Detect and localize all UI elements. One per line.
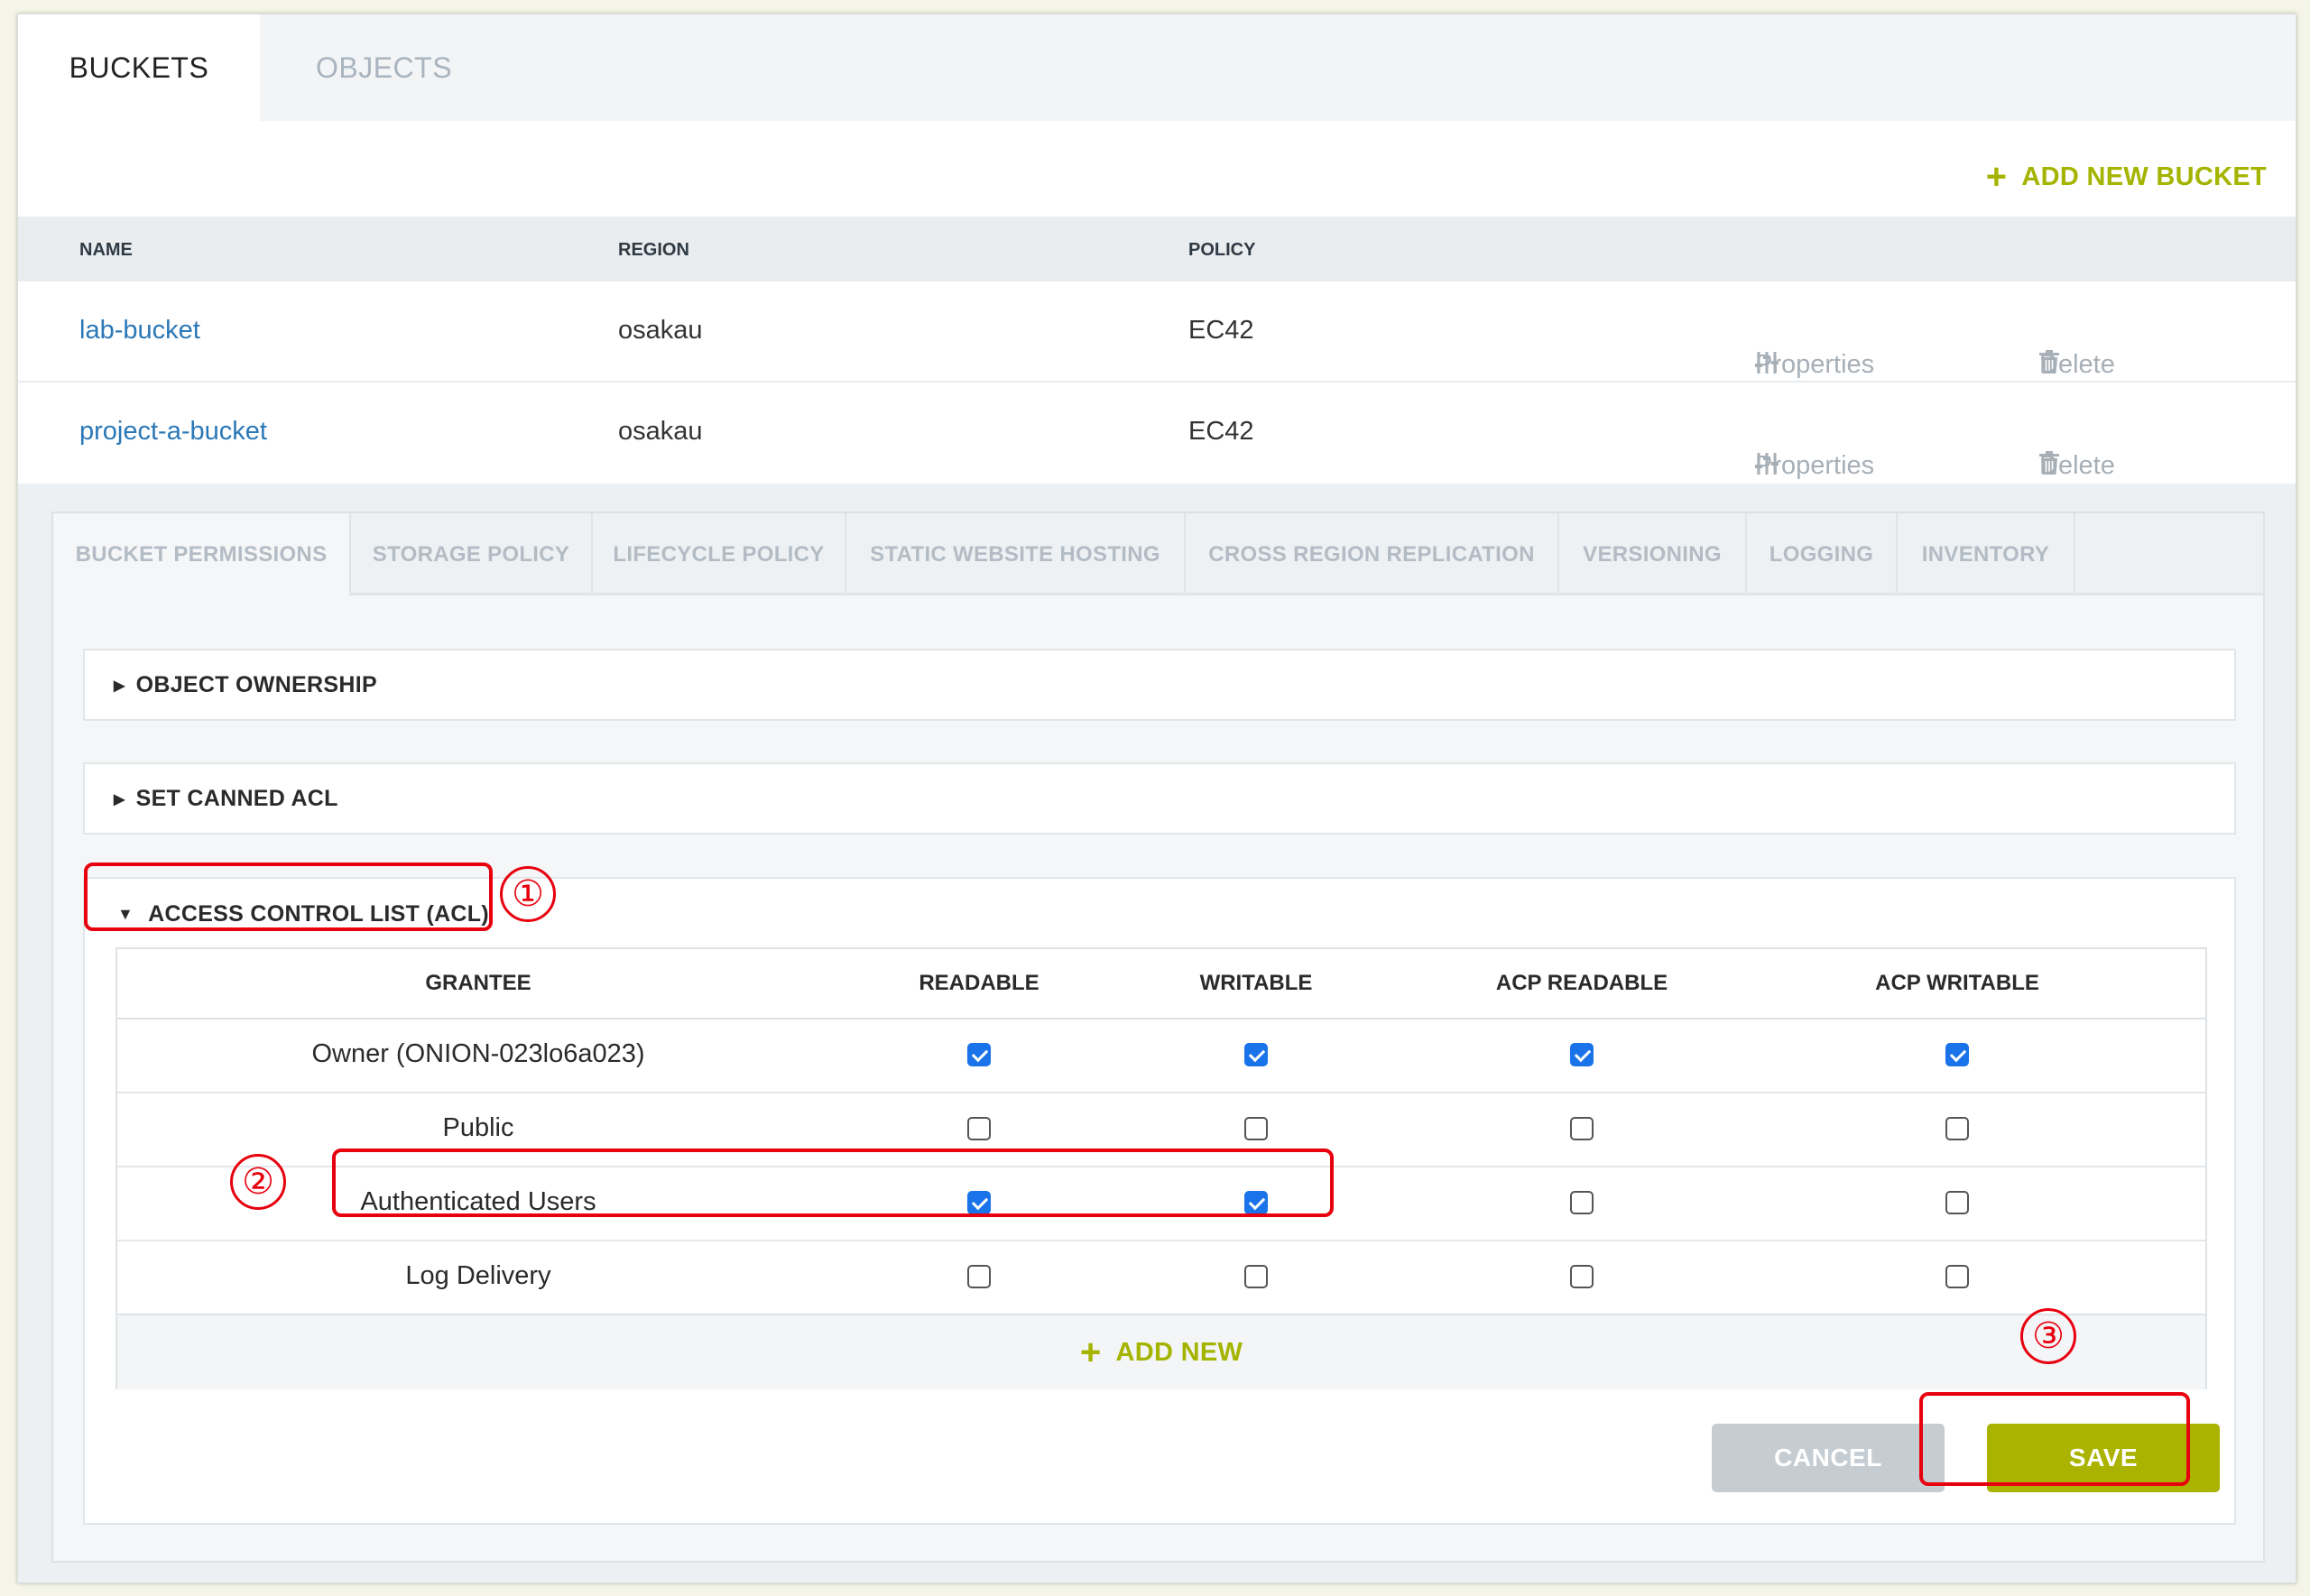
acp-writable-checkbox[interactable] bbox=[1945, 1117, 1969, 1140]
table-row: lab-bucket osakau EC42 Properties Delete bbox=[18, 281, 2296, 383]
tab-lifecycle-policy[interactable]: LIFECYCLE POLICY bbox=[593, 513, 846, 595]
bucket-name-link[interactable]: lab-bucket bbox=[79, 316, 200, 346]
toolbar-band bbox=[18, 121, 2296, 217]
acl-table-header: GRANTEE READABLE WRITABLE ACP READABLE A… bbox=[117, 949, 2205, 1019]
caret-right-icon: ▶ bbox=[114, 678, 125, 694]
object-ownership-header: ▶ OBJECT OWNERSHIP bbox=[114, 672, 377, 698]
header-region: REGION bbox=[618, 240, 689, 260]
annotation-step-3: ③ bbox=[2020, 1308, 2076, 1364]
grantee-name: Owner (ONION-023lo6a023) bbox=[311, 1039, 645, 1068]
writable-checkbox[interactable] bbox=[1244, 1265, 1268, 1288]
caret-right-icon: ▶ bbox=[114, 791, 125, 807]
annotation-box-acl bbox=[84, 863, 493, 931]
properties-label: Properties bbox=[1755, 350, 1875, 379]
bucket-region: osakau bbox=[618, 417, 703, 446]
bucket-policy: EC42 bbox=[1188, 316, 1254, 345]
canned-acl-label: SET CANNED ACL bbox=[135, 786, 338, 811]
tab-logging[interactable]: LOGGING bbox=[1747, 513, 1898, 595]
acp-readable-checkbox[interactable] bbox=[1570, 1117, 1594, 1140]
tab-objects[interactable]: OBJECTS bbox=[260, 14, 508, 121]
add-new-grantee-button[interactable]: + ADD NEW bbox=[117, 1314, 2205, 1389]
header-name: NAME bbox=[79, 240, 133, 260]
acp-readable-checkbox[interactable] bbox=[1570, 1191, 1594, 1214]
bucket-manager-window: BUCKETS OBJECTS + ADD NEW BUCKET NAME RE… bbox=[17, 14, 2296, 1583]
acp-readable-checkbox[interactable] bbox=[1570, 1043, 1594, 1066]
header-writable: WRITABLE bbox=[1199, 971, 1313, 995]
bucket-policy: EC42 bbox=[1188, 417, 1254, 446]
header-acp-readable: ACP READABLE bbox=[1495, 971, 1668, 995]
annotation-step-1: ① bbox=[500, 866, 556, 922]
header-acp-writable: ACP WRITABLE bbox=[1875, 971, 2039, 995]
grantee-name: Public bbox=[442, 1113, 514, 1142]
acp-writable-checkbox[interactable] bbox=[1945, 1191, 1969, 1214]
delete-label: Delete bbox=[2039, 451, 2115, 480]
object-ownership-label: OBJECT OWNERSHIP bbox=[135, 672, 377, 697]
header-policy: POLICY bbox=[1188, 240, 1256, 260]
annotation-box-save bbox=[1919, 1392, 2190, 1486]
add-new-bucket-button[interactable]: + ADD NEW BUCKET bbox=[1986, 159, 2267, 195]
readable-checkbox[interactable] bbox=[967, 1043, 991, 1066]
writable-checkbox[interactable] bbox=[1244, 1043, 1268, 1066]
bucket-table-header: NAME REGION POLICY bbox=[18, 217, 2296, 281]
table-row: Log Delivery bbox=[117, 1241, 2205, 1315]
acp-writable-checkbox[interactable] bbox=[1945, 1043, 1969, 1066]
object-ownership-section[interactable]: ▶ OBJECT OWNERSHIP bbox=[83, 649, 2236, 721]
canned-acl-header: ▶ SET CANNED ACL bbox=[114, 786, 338, 812]
readable-checkbox[interactable] bbox=[967, 1265, 991, 1288]
readable-checkbox[interactable] bbox=[967, 1117, 991, 1140]
header-grantee: GRANTEE bbox=[425, 971, 531, 995]
plus-icon: + bbox=[1079, 1333, 1102, 1372]
table-row: project-a-bucket osakau EC42 Properties … bbox=[18, 383, 2296, 484]
bucket-name-link[interactable]: project-a-bucket bbox=[79, 417, 267, 447]
canned-acl-section[interactable]: ▶ SET CANNED ACL bbox=[83, 762, 2236, 835]
table-row: Owner (ONION-023lo6a023) bbox=[117, 1019, 2205, 1093]
acp-writable-checkbox[interactable] bbox=[1945, 1265, 1969, 1288]
tab-versioning[interactable]: VERSIONING bbox=[1559, 513, 1747, 595]
add-new-label: ADD NEW bbox=[1115, 1337, 1243, 1367]
tab-storage-policy[interactable]: STORAGE POLICY bbox=[351, 513, 593, 595]
annotation-box-authenticated-users bbox=[332, 1149, 1334, 1217]
grantee-name: Log Delivery bbox=[405, 1261, 551, 1290]
properties-label: Properties bbox=[1755, 451, 1875, 480]
acp-readable-checkbox[interactable] bbox=[1570, 1265, 1594, 1288]
writable-checkbox[interactable] bbox=[1244, 1117, 1268, 1140]
annotation-step-2: ② bbox=[230, 1154, 286, 1210]
add-new-bucket-label: ADD NEW BUCKET bbox=[2021, 161, 2267, 191]
delete-label: Delete bbox=[2039, 350, 2115, 379]
header-readable: READABLE bbox=[919, 971, 1040, 995]
plus-icon: + bbox=[1985, 157, 2008, 197]
tab-bucket-permissions[interactable]: BUCKET PERMISSIONS bbox=[53, 513, 351, 595]
cancel-button[interactable]: CANCEL bbox=[1712, 1424, 1945, 1492]
top-tab-bar: BUCKETS OBJECTS bbox=[18, 14, 2296, 121]
bucket-region: osakau bbox=[618, 316, 703, 345]
property-tab-bar: BUCKET PERMISSIONS STORAGE POLICY LIFECY… bbox=[53, 513, 2263, 595]
tab-static-website-hosting[interactable]: STATIC WEBSITE HOSTING bbox=[846, 513, 1186, 595]
tab-cross-region-replication[interactable]: CROSS REGION REPLICATION bbox=[1186, 513, 1559, 595]
tab-inventory[interactable]: INVENTORY bbox=[1898, 513, 2075, 595]
tab-buckets[interactable]: BUCKETS bbox=[18, 14, 260, 121]
